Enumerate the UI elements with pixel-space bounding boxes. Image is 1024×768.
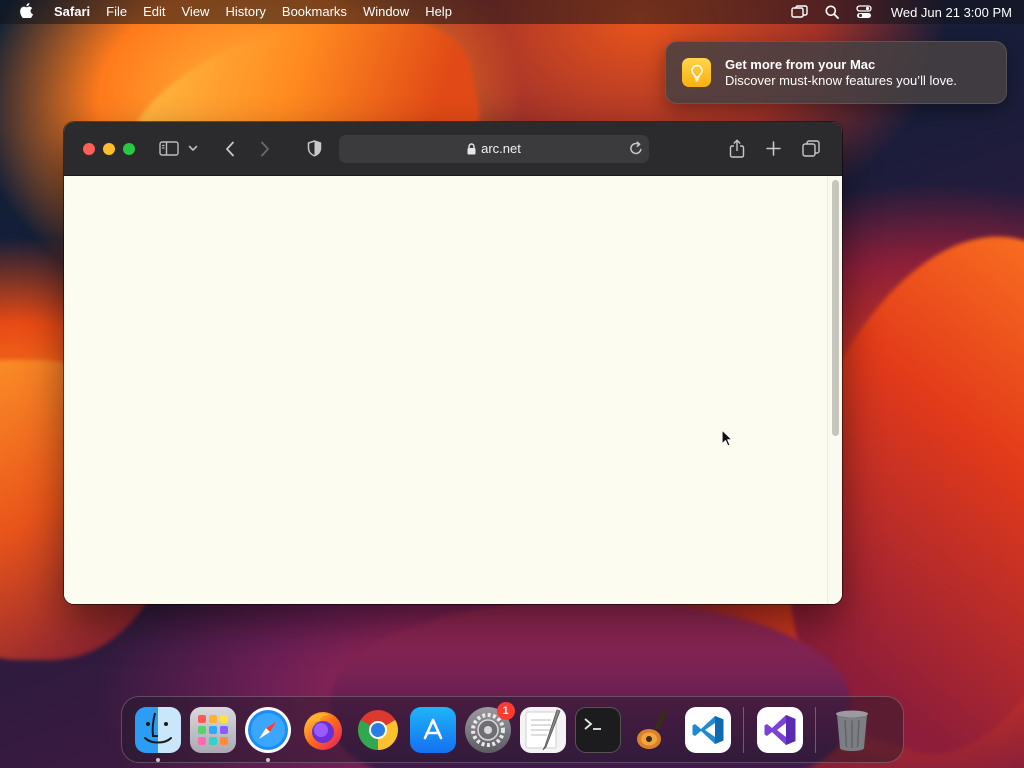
scrollbar-thumb[interactable] (832, 180, 839, 436)
safari-window: arc.net (64, 122, 842, 604)
address-url: arc.net (481, 141, 521, 156)
dock-app-store-icon[interactable] (409, 706, 456, 753)
dock-visual-studio-icon[interactable] (756, 706, 803, 753)
notification-title: Get more from your Mac (725, 56, 876, 72)
menu-file[interactable]: File (98, 0, 135, 24)
dock-vscode-icon[interactable] (684, 706, 731, 753)
dock-finder-icon[interactable] (134, 706, 181, 762)
web-page-content[interactable] (64, 176, 842, 604)
dock-trash-icon[interactable] (829, 707, 875, 753)
screen-mirroring-icon[interactable] (791, 4, 809, 20)
menu-bar: Safari File Edit View History Bookmarks … (0, 0, 1024, 24)
window-controls (83, 142, 135, 155)
dock-garageband-icon[interactable] (630, 707, 676, 753)
menu-view[interactable]: View (174, 0, 218, 24)
menu-app-name[interactable]: Safari (46, 0, 98, 24)
dock-separator (743, 706, 744, 753)
vertical-scrollbar[interactable] (827, 176, 842, 604)
chevron-down-icon[interactable] (186, 135, 200, 163)
lock-icon (467, 142, 476, 155)
menu-history[interactable]: History (217, 0, 273, 24)
notification-body: Discover must-know features you’ll love. (725, 72, 957, 88)
reload-icon[interactable] (629, 140, 643, 159)
dock-textedit-icon[interactable] (519, 706, 566, 753)
dock-firefox-icon[interactable] (300, 707, 346, 753)
dock-separator (815, 706, 816, 753)
lightbulb-icon (682, 58, 711, 87)
running-indicator (155, 757, 160, 762)
mouse-cursor-icon (721, 429, 733, 452)
notification-banner[interactable]: Get more from your Mac Discover must-kno… (665, 41, 1007, 104)
dock-terminal-icon[interactable] (574, 706, 621, 753)
sidebar-toggle-icon[interactable] (158, 135, 180, 163)
forward-button[interactable] (255, 135, 275, 163)
dock-system-settings-icon[interactable]: 1 (464, 701, 515, 753)
running-indicator (265, 757, 270, 762)
share-icon[interactable] (727, 135, 747, 163)
menu-help[interactable]: Help (417, 0, 460, 24)
menu-window[interactable]: Window (355, 0, 417, 24)
dock: 1 (121, 696, 904, 763)
dock-launchpad-icon[interactable] (189, 706, 236, 753)
dock-safari-icon[interactable] (244, 706, 291, 762)
menu-edit[interactable]: Edit (135, 0, 173, 24)
menu-bar-status-area: Wed Jun 21 3:00 PM (791, 4, 1012, 20)
safari-toolbar: arc.net (64, 122, 842, 176)
dock-chrome-icon[interactable] (355, 707, 401, 753)
control-center-icon[interactable] (855, 4, 873, 20)
notification-badge: 1 (496, 701, 515, 720)
back-button[interactable] (220, 135, 240, 163)
address-bar[interactable]: arc.net (339, 134, 649, 163)
close-window-button[interactable] (83, 142, 95, 155)
menu-bar-clock[interactable]: Wed Jun 21 3:00 PM (891, 5, 1012, 20)
minimize-window-button[interactable] (103, 142, 115, 155)
tab-overview-icon[interactable] (801, 135, 821, 163)
new-tab-plus-icon[interactable] (763, 135, 783, 163)
notification-text: Get more from your Mac Discover must-kno… (725, 57, 957, 89)
privacy-shield-icon[interactable] (304, 135, 324, 163)
zoom-window-button[interactable] (123, 142, 135, 155)
menu-bookmarks[interactable]: Bookmarks (274, 0, 355, 24)
apple-menu-icon[interactable] (12, 2, 40, 22)
spotlight-search-icon[interactable] (823, 4, 841, 20)
